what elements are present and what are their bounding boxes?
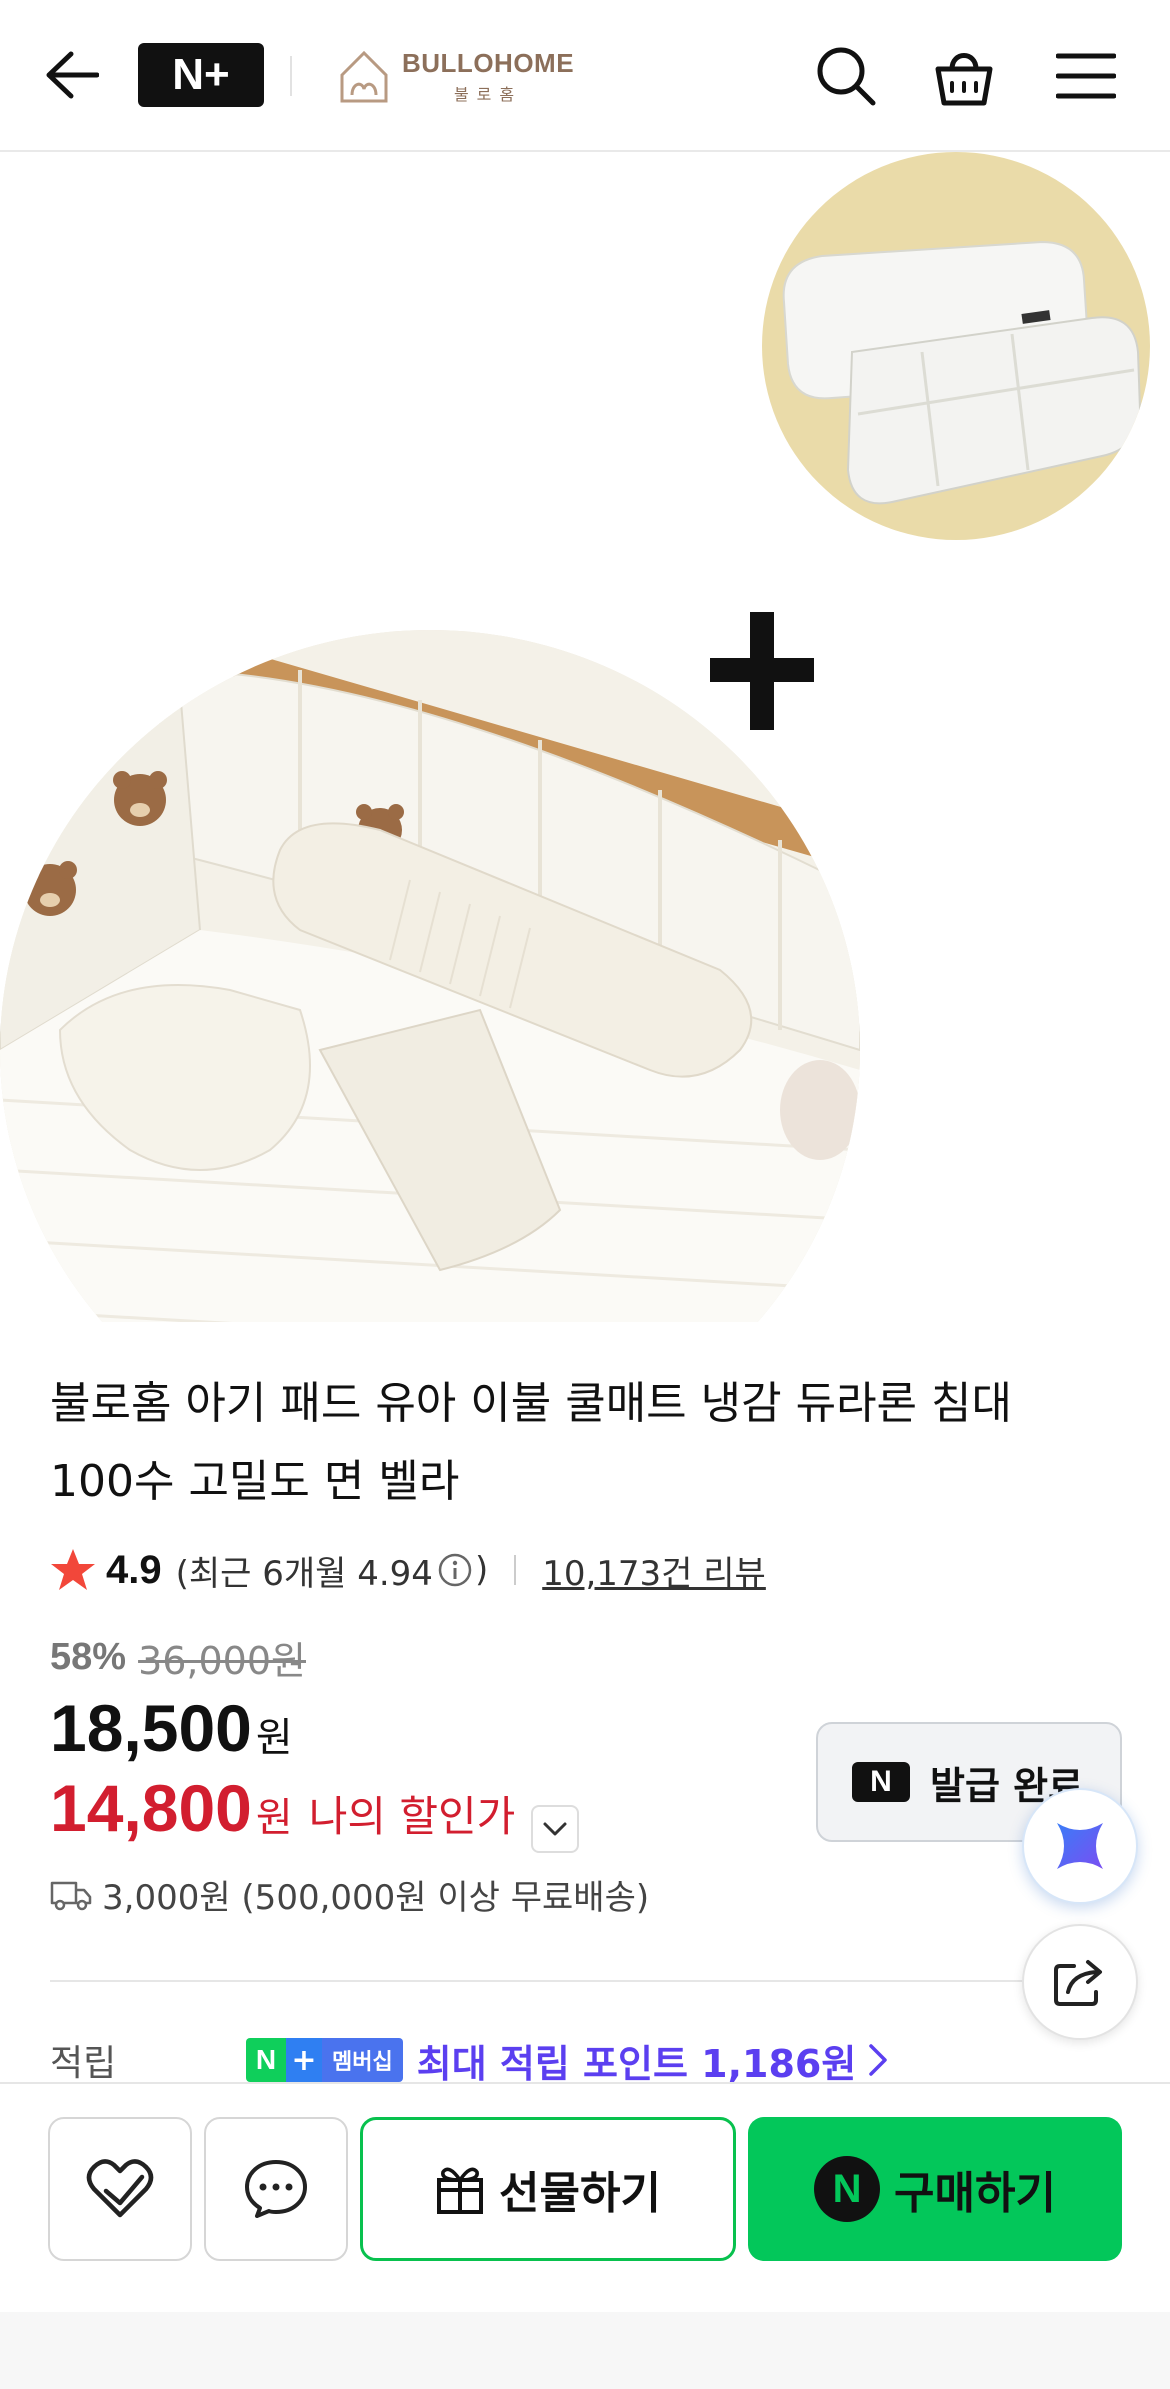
- home-indicator-area: [0, 2312, 1170, 2389]
- membership-badge-n: N: [246, 2038, 286, 2082]
- nplus-logo-text: N+: [172, 50, 230, 99]
- membership-badge: N + 멤버십: [246, 2038, 403, 2082]
- bottom-action-bar: 선물하기 N 구매하기: [0, 2082, 1170, 2389]
- arrow-left-icon: [46, 51, 99, 99]
- delivery-truck-icon: [50, 1881, 92, 1910]
- ai-sparkle-icon: [1057, 1823, 1103, 1869]
- naver-coupon-badge: N: [852, 1762, 910, 1802]
- rating-score: 4.9: [106, 1547, 162, 1592]
- brand-logo[interactable]: BULLOHOME 불로홈: [336, 40, 574, 112]
- info-icon[interactable]: [437, 1552, 473, 1588]
- sale-price-currency: 원: [255, 1715, 293, 1761]
- section-divider: [50, 1980, 1120, 1982]
- ai-assistant-button[interactable]: [1022, 1788, 1138, 1904]
- rating-divider: [514, 1555, 517, 1585]
- chevron-down-icon: [543, 1822, 567, 1836]
- my-price-label: 나의 할인가: [308, 1792, 516, 1841]
- gift-box-icon: [437, 2167, 484, 2214]
- max-points-text: 최대 적립 포인트 1,186원: [416, 2041, 857, 2086]
- gift-button[interactable]: 선물하기: [360, 2117, 736, 2261]
- nplus-store-logo[interactable]: N+: [138, 43, 264, 107]
- menu-button[interactable]: [1050, 40, 1122, 112]
- rating-row: 4.9 (최근 6개월 4.94 ) 10,173건 리뷰: [50, 1540, 766, 1600]
- product-image-gallery[interactable]: 2 / 10: [0, 152, 1170, 1322]
- plus-sign-graphic: [710, 612, 814, 730]
- buy-now-button[interactable]: N 구매하기: [748, 2117, 1122, 2261]
- my-price: 14,800: [50, 1771, 252, 1845]
- share-icon: [1054, 1960, 1102, 2006]
- recent-rating-text: (최근 6개월 4.94: [175, 1553, 433, 1594]
- back-button[interactable]: [40, 40, 104, 110]
- top-header: N+ BULLOHOME 불로홈: [0, 0, 1170, 152]
- my-price-row: 14,800 원 나의 할인가: [50, 1770, 580, 1853]
- house-logo-icon: [340, 50, 388, 103]
- sale-price: 18,500: [50, 1691, 252, 1765]
- original-price: 36,000원: [138, 1639, 306, 1683]
- cart-button[interactable]: [928, 40, 1000, 112]
- discount-row: 58% 36,000원: [50, 1630, 306, 1685]
- hamburger-menu-icon: [1056, 53, 1116, 99]
- points-label: 적립: [50, 2043, 117, 2084]
- brand-name-ko: 불로홈: [453, 84, 523, 104]
- search-button[interactable]: [810, 40, 882, 112]
- shipping-fee-text: 3,000원 (500,000원 이상 무료배송): [102, 1878, 650, 1918]
- cooling-pad-image: [762, 152, 1150, 540]
- star-icon: [51, 1549, 95, 1590]
- chevron-right-icon: [869, 2044, 888, 2076]
- gift-button-label: 선물하기: [499, 2168, 661, 2219]
- recent-rating-close: ): [474, 1550, 489, 1590]
- naverpay-n-icon: N: [814, 2156, 881, 2222]
- my-price-currency: 원: [255, 1795, 293, 1841]
- shipping-row: 3,000원 (500,000원 이상 무료배송): [50, 1870, 649, 1919]
- membership-badge-text: 멤버십: [322, 2038, 403, 2082]
- talk-talk-button[interactable]: [204, 2117, 348, 2261]
- points-row[interactable]: 적립 N + 멤버십 최대 적립 포인트 1,186원: [50, 2030, 1120, 2090]
- share-button[interactable]: [1022, 1924, 1138, 2040]
- chat-bubble-icon: [245, 2160, 307, 2218]
- my-price-expand-button[interactable]: [531, 1805, 580, 1853]
- buy-button-label: 구매하기: [894, 2168, 1056, 2219]
- review-count-link[interactable]: 10,173건 리뷰: [542, 1546, 766, 1595]
- header-divider: [290, 56, 292, 96]
- product-title: 불로홈 아기 패드 유아 이불 쿨매트 냉감 듀라론 침대 100수 고밀도 면…: [50, 1378, 1012, 1507]
- search-icon: [817, 47, 876, 106]
- sale-price-row: 18,500 원: [50, 1690, 293, 1766]
- heart-check-icon: [86, 2159, 154, 2218]
- brand-name-en: BULLOHOME: [402, 47, 575, 78]
- shopping-basket-icon: [935, 53, 993, 106]
- crib-bedding-image: [0, 630, 860, 1322]
- discount-rate: 58%: [50, 1636, 127, 1678]
- membership-badge-plus: +: [286, 2038, 322, 2082]
- like-button[interactable]: [48, 2117, 192, 2261]
